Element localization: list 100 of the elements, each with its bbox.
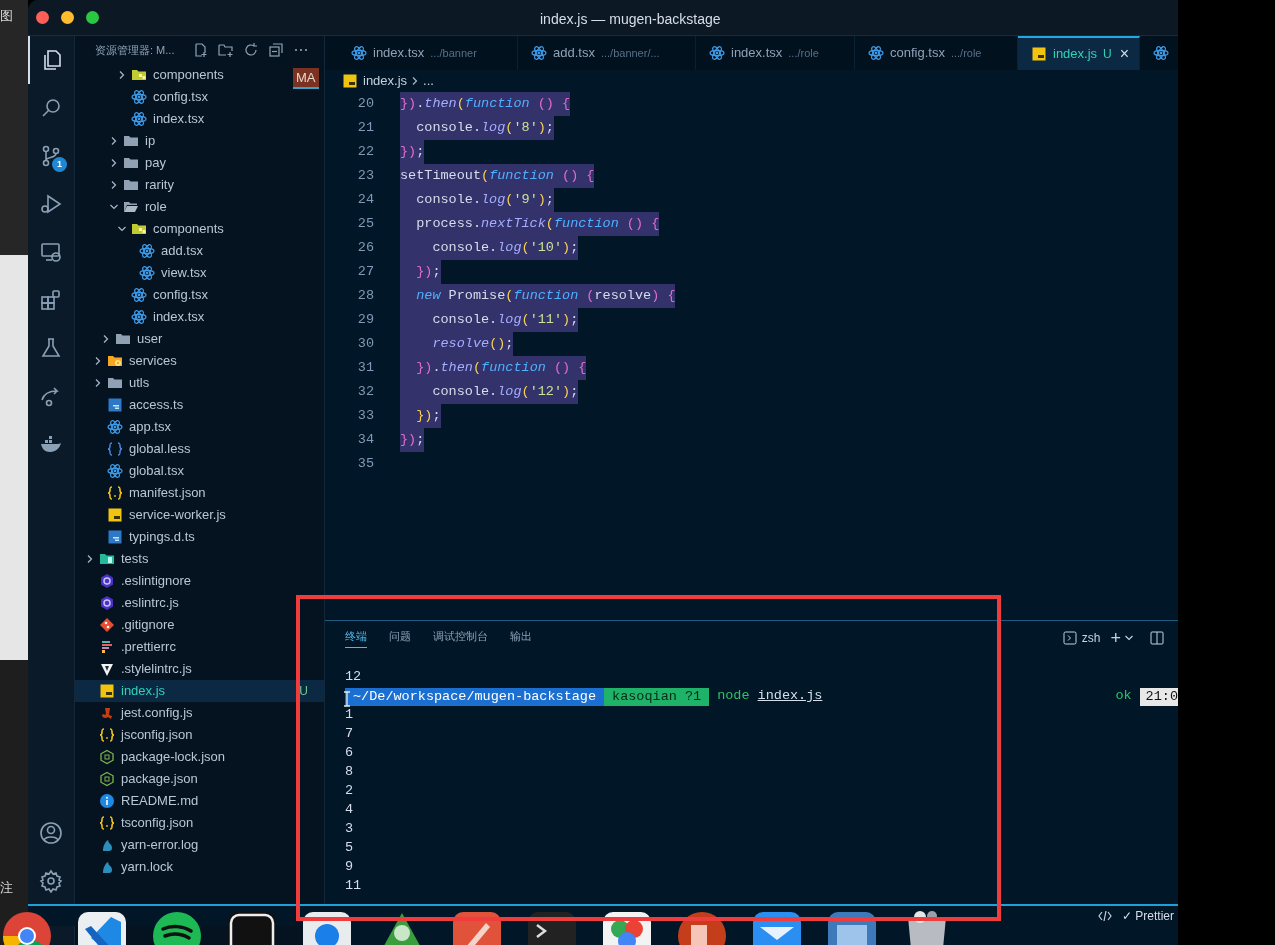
tree-item[interactable]: .eslintignore <box>75 570 198 592</box>
react-icon <box>131 89 147 105</box>
chevron-down-icon[interactable] <box>1124 633 1134 643</box>
chevron-right-icon[interactable] <box>109 158 119 168</box>
panel-tab[interactable]: 终端 <box>345 627 367 649</box>
breadcrumb-item[interactable]: index.js <box>342 71 408 91</box>
line-number: 29 <box>356 310 374 329</box>
tree-item[interactable]: typings.d.ts <box>75 526 201 548</box>
collapse-icon[interactable] <box>268 42 285 58</box>
line-number: 30 <box>356 334 374 353</box>
tree-item[interactable]: role <box>75 196 173 218</box>
tree-item[interactable]: .stylelintrc.js <box>75 658 198 680</box>
line-number: 31 <box>356 358 374 377</box>
new-terminal-button[interactable]: + <box>1110 629 1121 647</box>
line-number: 28 <box>356 286 374 305</box>
tree-item[interactable]: manifest.json <box>75 482 212 504</box>
tree-item[interactable]: package.json <box>75 768 204 790</box>
javascript-file-icon <box>342 73 358 89</box>
tree-item[interactable]: package-lock.json <box>75 746 232 768</box>
tree-item[interactable]: jsconfig.json <box>75 724 199 746</box>
code-icon[interactable] <box>1098 910 1112 922</box>
status-letter: U <box>1103 46 1112 63</box>
new-file-icon[interactable] <box>193 42 210 58</box>
line-number: 32 <box>356 382 374 401</box>
chevron-down-icon[interactable] <box>109 202 119 212</box>
tree-item[interactable]: .gitignore <box>75 614 181 636</box>
tree-item[interactable]: utls <box>75 372 156 394</box>
chevron-right-icon[interactable] <box>109 180 119 190</box>
status-item[interactable]: ✓ Prettier <box>1122 907 1174 925</box>
remote-explorer-icon[interactable] <box>39 240 63 264</box>
zoom-button[interactable] <box>86 11 99 24</box>
tree-item[interactable]: components <box>75 64 230 86</box>
prompt-path: ~/De/workspace/mugen-backstage <box>345 687 605 706</box>
extensions-icon[interactable] <box>39 288 63 312</box>
tree-item[interactable]: services <box>75 350 183 372</box>
flask-icon[interactable] <box>39 336 63 360</box>
run-debug-icon[interactable] <box>39 192 63 216</box>
tree-item[interactable]: user <box>75 328 169 350</box>
terminal-output: 6 <box>345 744 354 763</box>
panel-tab[interactable]: 问题 <box>389 628 411 648</box>
tree-item[interactable]: pay <box>75 152 172 174</box>
close-button[interactable]: × <box>1119 42 1130 66</box>
minimize-button[interactable] <box>61 11 74 24</box>
javascript-file-icon <box>107 507 123 523</box>
tree-item[interactable]: index.tsx <box>75 108 211 130</box>
breadcrumb-item[interactable]: ... <box>423 71 434 91</box>
tree-item[interactable]: components <box>75 218 230 240</box>
react-icon <box>868 45 884 61</box>
terminal-output: 3 <box>345 820 354 839</box>
app-text: 图 <box>0 7 13 25</box>
tree-item[interactable]: global.less <box>75 438 197 460</box>
tree-item[interactable]: access.ts <box>75 394 190 416</box>
terminal-selector[interactable]: zsh <box>1062 629 1101 647</box>
tree-item[interactable]: app.tsx <box>75 416 177 438</box>
chevron-right-icon <box>411 76 420 86</box>
tree-item[interactable]: config.tsx <box>75 284 214 306</box>
tree-item[interactable]: yarn-error.log <box>75 834 205 856</box>
panel-tab[interactable]: 调试控制台 <box>433 628 488 648</box>
settings-icon[interactable] <box>39 869 63 893</box>
new-folder-icon[interactable] <box>218 42 235 58</box>
refresh-icon[interactable] <box>243 42 260 58</box>
react-icon <box>107 419 123 435</box>
react-icon <box>139 243 155 259</box>
react-icon <box>131 309 147 325</box>
typescript-file-icon <box>107 529 123 545</box>
chevron-right-icon[interactable] <box>101 334 111 344</box>
account-icon[interactable] <box>39 821 63 845</box>
tree-item[interactable]: tests <box>75 548 155 570</box>
tree-item[interactable]: index.tsx <box>75 306 211 328</box>
hexagon-outline-icon <box>99 771 115 787</box>
tree-item[interactable]: .prettierrc <box>75 636 182 658</box>
close-button[interactable] <box>36 11 49 24</box>
tree-item[interactable]: yarn.lock <box>75 856 180 878</box>
editor-tab[interactable]: index.js U × <box>1018 36 1140 70</box>
tree-item[interactable]: ip <box>75 130 162 152</box>
tree-item[interactable]: add.tsx <box>75 240 209 262</box>
tree-item[interactable]: README.md <box>75 790 205 812</box>
tree-item[interactable]: rarity <box>75 174 180 196</box>
tree-item[interactable]: service-worker.js <box>75 504 232 526</box>
chevron-down-icon[interactable] <box>117 224 127 234</box>
tree-item[interactable]: tsconfig.json <box>75 812 200 834</box>
panel-tab[interactable]: 输出 <box>510 628 532 648</box>
split-icon[interactable] <box>1150 631 1164 645</box>
tree-item[interactable]: index.js U <box>75 680 324 702</box>
tree-item[interactable]: config.tsx <box>75 86 214 108</box>
chevron-right-icon[interactable] <box>85 554 95 564</box>
terminal-output: 11 <box>345 877 362 896</box>
folder-icon <box>131 221 147 237</box>
tree-item[interactable]: global.tsx <box>75 460 190 482</box>
chevron-right-icon[interactable] <box>109 136 119 146</box>
tree-item[interactable]: view.tsx <box>75 262 213 284</box>
chevron-right-icon[interactable] <box>93 378 103 388</box>
tree-item[interactable]: jest.config.js <box>75 702 199 724</box>
chevron-right-icon[interactable] <box>93 356 103 366</box>
folder-icon <box>123 133 139 149</box>
chevron-right-icon[interactable] <box>117 70 127 80</box>
tree-item[interactable]: .eslintrc.js <box>75 592 185 614</box>
hexagon-icon <box>99 595 115 611</box>
javascript-file-icon <box>99 683 115 699</box>
terminal-icon <box>1062 631 1077 645</box>
